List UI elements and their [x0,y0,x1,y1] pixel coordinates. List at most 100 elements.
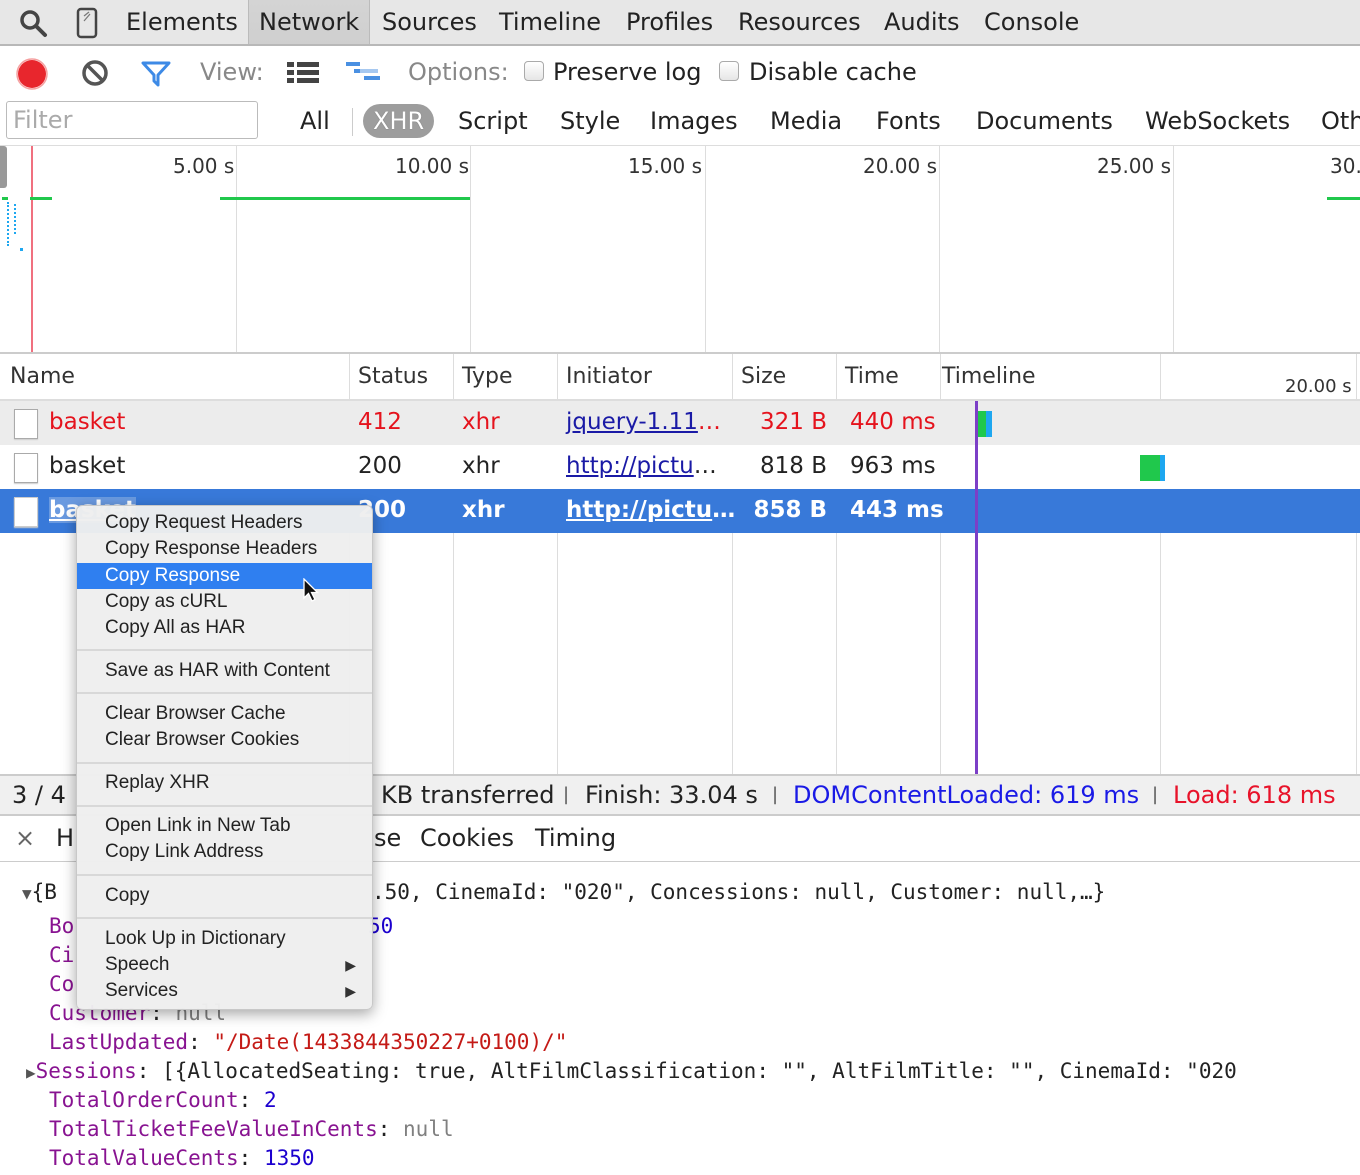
request-size: 321 B [760,409,827,435]
tab-profiles[interactable]: Profiles [616,0,723,44]
overview-request-dots [14,204,18,234]
menu-item-services[interactable]: Services ▶ [77,978,372,1004]
menu-item-copy-request-headers[interactable]: Copy Request Headers [77,510,372,536]
status-separator: | [772,784,779,805]
menu-item-copy-all-as-har[interactable]: Copy All as HAR [77,615,372,641]
initiator-link[interactable]: jquery-1.11 [566,409,698,435]
expand-triangle-icon[interactable]: ▶ [26,1063,36,1082]
table-row[interactable]: basket 200 xhr http://pictu… 818 B 963 m… [0,445,1360,489]
initiator-link[interactable]: http://pictu [566,453,694,479]
table-row[interactable]: basket 412 xhr jquery-1.11… 321 B 440 ms [0,401,1360,445]
network-overview[interactable]: 5.00 s 10.00 s 15.00 s 20.00 s 25.00 s 3… [0,146,1360,354]
preview-property: TotalOrderCount: 2 [49,1088,277,1112]
request-size: 818 B [760,453,827,479]
request-initiator[interactable]: jquery-1.11… [566,409,721,435]
overview-window-handle-left[interactable] [0,146,7,188]
menu-item-copy[interactable]: Copy [77,883,372,909]
preview-root-summary[interactable]: ▼{B [22,878,57,907]
menu-item-open-link-new-tab[interactable]: Open Link in New Tab [77,813,372,839]
summary-open: {B [31,880,57,904]
column-header-type[interactable]: Type [462,364,513,389]
finish-time: Finish: 33.04 s [585,781,758,809]
filter-type-documents[interactable]: Documents [976,104,1113,138]
column-header-status[interactable]: Status [358,364,428,389]
preview-property-sessions[interactable]: ▶Sessions: [{AllocatedSeating: true, Alt… [26,1057,1237,1086]
ellipsis: … [693,453,717,479]
menu-item-copy-link-address[interactable]: Copy Link Address [77,839,372,865]
submenu-arrow-icon: ▶ [345,957,356,973]
preview-property: LastUpdated: "/Date(1433844350227+0100)/… [49,1030,568,1054]
menu-item-copy-response-headers[interactable]: Copy Response Headers [77,536,372,562]
options-label: Options: [408,58,509,86]
column-header-size[interactable]: Size [741,364,786,389]
clear-icon[interactable] [81,59,109,91]
request-name[interactable]: basket [49,409,125,435]
menu-item-clear-browser-cache[interactable]: Clear Browser Cache [77,701,372,727]
menu-item-save-as-har[interactable]: Save as HAR with Content [77,658,372,684]
filter-type-media[interactable]: Media [770,104,842,138]
column-header-time[interactable]: Time [845,364,899,389]
request-time: 440 ms [850,409,936,435]
record-icon[interactable] [16,58,48,94]
filter-type-style[interactable]: Style [560,104,620,138]
filter-type-script[interactable]: Script [458,104,528,138]
network-toolbar: View: Options: Preserve log Disable cach… [0,46,1360,98]
menu-item-label: Speech [105,954,170,975]
tab-headers[interactable]: H [56,824,74,852]
search-icon[interactable] [18,8,48,42]
expand-triangle-icon[interactable]: ▼ [22,884,32,903]
column-header-name[interactable]: Name [10,364,75,389]
device-mode-icon[interactable] [76,7,98,43]
overview-gridline [1173,146,1174,352]
overview-request-bar [1327,197,1360,200]
request-initiator[interactable]: http://pictu… [566,453,717,479]
filter-type-fonts[interactable]: Fonts [876,104,941,138]
request-status: 412 [358,409,402,435]
menu-item-look-up-dictionary[interactable]: Look Up in Dictionary [77,926,372,952]
timeline-bar-waiting [1140,455,1160,481]
menu-item-copy-response[interactable]: Copy Response [77,563,372,589]
overview-tick-label: 30. [1330,154,1360,178]
initiator-link[interactable]: http://pictu [566,497,712,523]
overview-request-bar [2,197,8,200]
filter-type-other[interactable]: Oth [1321,104,1360,138]
filter-type-xhr[interactable]: XHR [363,104,435,138]
submenu-arrow-icon: ▶ [345,983,356,999]
filter-bar: All XHR Script Style Images Media Fonts … [0,98,1360,146]
filter-input[interactable] [6,101,258,139]
tab-timing[interactable]: Timing [535,824,616,852]
menu-item-copy-as-curl[interactable]: Copy as cURL [77,589,372,615]
tab-console[interactable]: Console [974,0,1089,44]
request-initiator[interactable]: http://pictu… [566,497,735,523]
menu-item-speech[interactable]: Speech ▶ [77,952,372,978]
close-icon[interactable]: × [15,824,35,852]
tab-response[interactable]: se [374,824,401,852]
menu-item-replay-xhr[interactable]: Replay XHR [77,770,372,796]
column-header-initiator[interactable]: Initiator [566,364,652,389]
tab-cookies[interactable]: Cookies [420,824,514,852]
tab-network[interactable]: Network [248,0,371,44]
waterfall-view-icon[interactable] [346,62,382,90]
menu-item-label: Services [105,980,178,1001]
preserve-log-label[interactable]: Preserve log [553,58,701,86]
tab-sources[interactable]: Sources [372,0,487,44]
request-type: xhr [462,453,500,479]
list-view-icon[interactable] [287,62,319,88]
filter-icon[interactable] [141,61,171,91]
request-name[interactable]: basket [49,453,125,479]
tab-resources[interactable]: Resources [728,0,871,44]
filter-type-websockets[interactable]: WebSockets [1145,104,1290,138]
filter-type-all[interactable]: All [300,104,330,138]
overview-gridline [939,146,940,352]
filter-type-images[interactable]: Images [650,104,738,138]
tab-elements[interactable]: Elements [116,0,248,44]
menu-item-clear-browser-cookies[interactable]: Clear Browser Cookies [77,727,372,753]
column-header-timeline[interactable]: Timeline [942,364,1036,389]
preserve-log-checkbox[interactable] [524,61,544,81]
preview-summary-rest: .50, CinemaId: "020", Concessions: null,… [372,880,1106,904]
tab-audits[interactable]: Audits [874,0,969,44]
tab-timeline[interactable]: Timeline [489,0,611,44]
disable-cache-checkbox[interactable] [719,61,739,81]
file-icon [14,453,38,483]
disable-cache-label[interactable]: Disable cache [749,58,917,86]
